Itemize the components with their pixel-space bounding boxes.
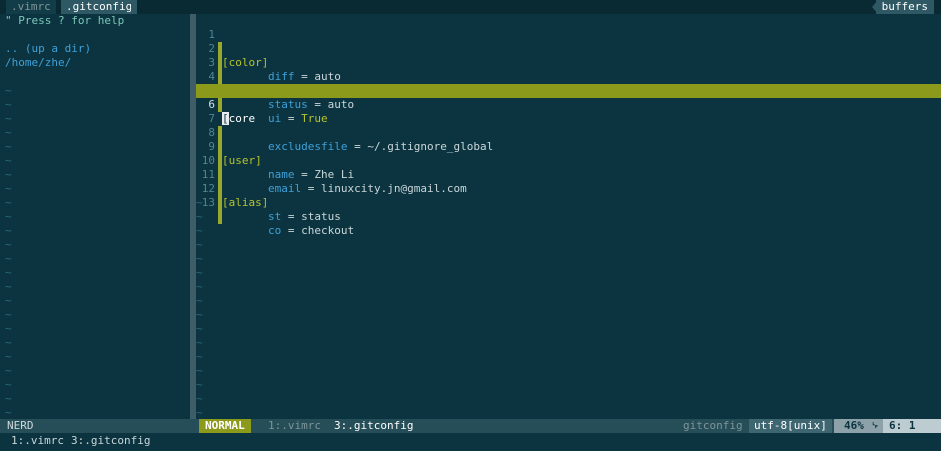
code-line[interactable]: 3 branch = auto bbox=[196, 42, 941, 97]
empty-line-tilde: ~ bbox=[5, 154, 12, 167]
encoding-indicator: utf-8[unix] bbox=[749, 419, 832, 433]
empty-line-tilde: ~ bbox=[196, 350, 203, 363]
empty-line-tilde: ~ bbox=[196, 392, 203, 405]
bufferline-item-vimrc[interactable]: 1:.vimrc bbox=[11, 434, 64, 448]
nerdtree-pane[interactable]: " Press ? for help .. (up a dir) /home/z… bbox=[0, 14, 190, 419]
empty-line-tilde: ~ bbox=[5, 238, 12, 251]
empty-line-tilde: ~ bbox=[5, 140, 12, 153]
empty-line-tilde: ~ bbox=[196, 238, 203, 251]
empty-line-tilde: ~ bbox=[196, 266, 203, 279]
empty-line-tilde: ~ bbox=[196, 252, 203, 265]
buffers-label: buffers bbox=[875, 0, 934, 14]
current-line[interactable]: 6 [core bbox=[196, 84, 941, 125]
empty-line-tilde: ~ bbox=[5, 182, 12, 195]
empty-line-tilde: ~ bbox=[5, 336, 12, 349]
bufferline: 1:.vimrc 3:.gitconfig bbox=[0, 433, 941, 451]
empty-line-tilde: ~ bbox=[5, 392, 12, 405]
empty-line-tilde: ~ bbox=[5, 112, 12, 125]
empty-line-tilde: ~ bbox=[196, 322, 203, 335]
empty-line-tilde: ~ bbox=[5, 364, 12, 377]
empty-line-tilde: ~ bbox=[5, 210, 12, 223]
empty-line-tilde: ~ bbox=[5, 406, 12, 419]
code-line[interactable]: 10 email = linuxcity.jn@gmail.com bbox=[196, 140, 941, 195]
empty-line-tilde: ~ bbox=[196, 210, 203, 223]
tab-gitconfig[interactable]: .gitconfig bbox=[61, 0, 138, 14]
empty-line-tilde: ~ bbox=[196, 336, 203, 349]
code-line[interactable]: 11 [alias] bbox=[196, 154, 941, 209]
empty-line-tilde: ~ bbox=[5, 196, 12, 209]
tab-separator-icon bbox=[131, 0, 137, 14]
config-value: status bbox=[301, 210, 341, 223]
empty-line-tilde: ~ bbox=[196, 406, 203, 419]
config-value: checkout bbox=[301, 224, 355, 237]
code-line[interactable]: 5 ui = True bbox=[196, 70, 941, 125]
empty-line-tilde: ~ bbox=[5, 378, 12, 391]
tab-vimrc[interactable]: .vimrc bbox=[6, 0, 56, 14]
empty-line-tilde: ~ bbox=[5, 294, 12, 307]
empty-line-tilde: ~ bbox=[5, 280, 12, 293]
nerdtree-status: NERD bbox=[7, 419, 34, 432]
code-line[interactable]: 1 [color] bbox=[196, 14, 941, 69]
code-line[interactable]: 9 name = Zhe Li bbox=[196, 126, 941, 181]
filetype-indicator: gitconfig bbox=[683, 419, 743, 432]
nerdtree-help: " Press ? for help bbox=[5, 14, 125, 27]
status-buffer-vimrc[interactable]: 1:.vimrc bbox=[268, 419, 321, 433]
empty-line-tilde: ~ bbox=[5, 308, 12, 321]
empty-line-tilde: ~ bbox=[196, 308, 203, 321]
section-header: [alias] bbox=[222, 196, 269, 209]
editor-pane[interactable]: 1 [color] 2 diff = auto 3 branch = auto … bbox=[196, 14, 941, 419]
empty-line-tilde: ~ bbox=[196, 364, 203, 377]
code-line[interactable]: 13 co = checkout bbox=[196, 182, 941, 237]
config-key: co bbox=[268, 224, 282, 237]
cursor-position: 6: 1 bbox=[883, 419, 941, 433]
code-line[interactable]: 4 status = auto bbox=[196, 56, 941, 111]
scroll-percent: 46% ␊ bbox=[834, 419, 884, 433]
nerdtree-root-dir[interactable]: /home/zhe/ bbox=[5, 56, 71, 70]
code-line[interactable]: 2 diff = auto bbox=[196, 28, 941, 83]
empty-line-tilde: ~ bbox=[5, 322, 12, 335]
empty-line-tilde: ~ bbox=[5, 98, 12, 111]
empty-line-tilde: ~ bbox=[5, 252, 12, 265]
statusline: NERD NORMAL 1:.vimrc 3:.gitconfig gitcon… bbox=[0, 419, 941, 433]
empty-line-tilde: ~ bbox=[5, 84, 12, 97]
empty-line-tilde: ~ bbox=[5, 224, 12, 237]
empty-line-tilde: ~ bbox=[196, 224, 203, 237]
gutter-marker bbox=[218, 210, 222, 224]
tabline: .vimrc .gitconfig buffers bbox=[0, 0, 941, 14]
code-line[interactable]: 12 st = status bbox=[196, 168, 941, 223]
empty-line-tilde: ~ bbox=[5, 126, 12, 139]
empty-line-tilde: ~ bbox=[196, 378, 203, 391]
empty-line-tilde: ~ bbox=[196, 280, 203, 293]
empty-line-tilde: ~ bbox=[5, 350, 12, 363]
status-buffer-gitconfig[interactable]: 3:.gitconfig bbox=[334, 419, 413, 433]
empty-line-tilde: ~ bbox=[5, 168, 12, 181]
nerdtree-up-dir[interactable]: .. (up a dir) bbox=[5, 42, 91, 56]
mode-indicator: NORMAL bbox=[199, 419, 251, 433]
empty-line-tilde: ~ bbox=[196, 294, 203, 307]
bufferline-item-gitconfig[interactable]: 3:.gitconfig bbox=[71, 434, 150, 448]
config-key: st bbox=[268, 210, 282, 223]
code-line[interactable]: 8 [user] bbox=[196, 112, 941, 167]
equals-sign: = bbox=[281, 224, 302, 237]
empty-line-tilde: ~ bbox=[196, 196, 203, 209]
code-line[interactable]: 7 excludesfile = ~/.gitignore_global bbox=[196, 98, 941, 153]
empty-line-tilde: ~ bbox=[5, 266, 12, 279]
equals-sign: = bbox=[281, 210, 302, 223]
